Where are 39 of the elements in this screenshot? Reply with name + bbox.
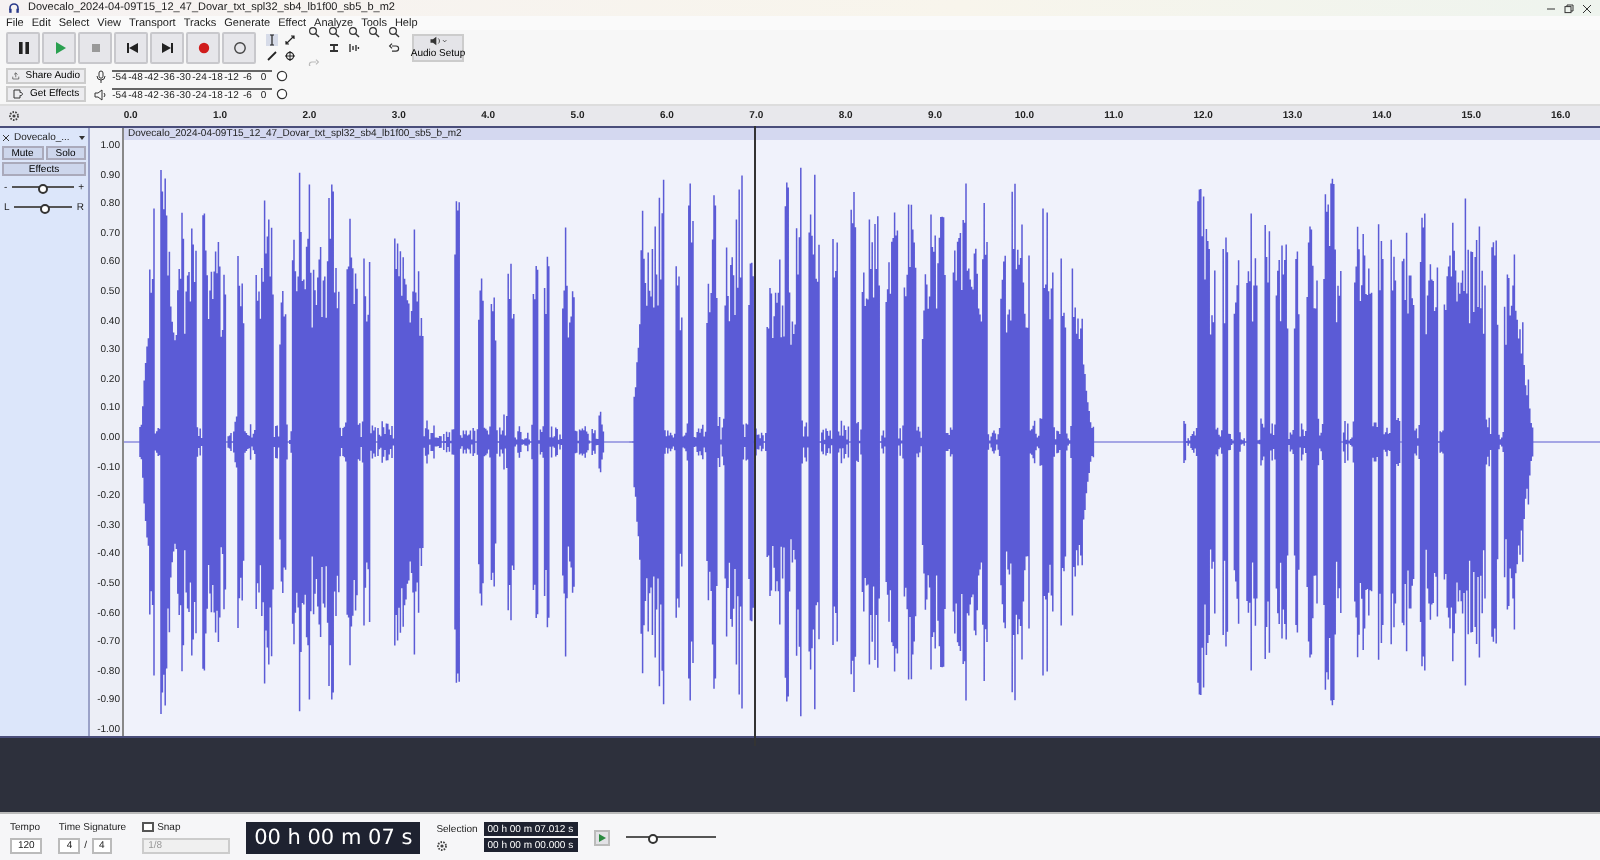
zoom-icon[interactable] [368, 26, 380, 38]
record-icon [195, 40, 211, 56]
speaker-icon [428, 36, 448, 46]
zoom-icon[interactable] [348, 26, 360, 38]
pause-button[interactable] [6, 32, 40, 64]
record-button[interactable] [186, 32, 220, 64]
restore-icon[interactable] [1564, 3, 1574, 13]
dropdown-icon[interactable] [78, 133, 86, 141]
minimize-icon[interactable] [1546, 3, 1556, 13]
skip-end-button[interactable] [150, 32, 184, 64]
snap-checkbox[interactable] [142, 821, 154, 833]
app-icon [8, 2, 20, 14]
loop-icon [231, 40, 247, 56]
zoom-icon[interactable] [388, 26, 400, 38]
settings-icon[interactable] [8, 110, 20, 122]
time-display[interactable]: 00 h 00 m 07 s [246, 821, 421, 853]
zoom-icon[interactable] [328, 26, 340, 38]
upload-icon [12, 70, 20, 82]
trim-icon[interactable] [328, 42, 340, 54]
skip-start-button[interactable] [114, 32, 148, 64]
microphone-icon[interactable] [94, 69, 108, 83]
close-icon[interactable] [2, 133, 10, 141]
cursor-tool-icon[interactable] [266, 34, 278, 46]
settings-icon[interactable] [436, 839, 449, 851]
play-icon [595, 831, 608, 843]
loop-button[interactable] [222, 32, 256, 64]
skip-start-icon [123, 40, 139, 56]
zoom-icon[interactable] [308, 26, 320, 38]
pause-icon [15, 40, 31, 56]
multi-tool-icon[interactable] [284, 50, 296, 62]
stop-icon [87, 40, 103, 56]
undo-icon[interactable] [388, 42, 400, 54]
close-icon[interactable] [1582, 3, 1592, 13]
silence-icon[interactable] [348, 42, 360, 54]
play-icon [51, 40, 67, 56]
skip-end-icon [159, 40, 175, 56]
play-at-speed-button[interactable] [593, 829, 610, 845]
speaker-icon[interactable] [94, 87, 108, 101]
pencil-icon[interactable] [266, 50, 278, 62]
